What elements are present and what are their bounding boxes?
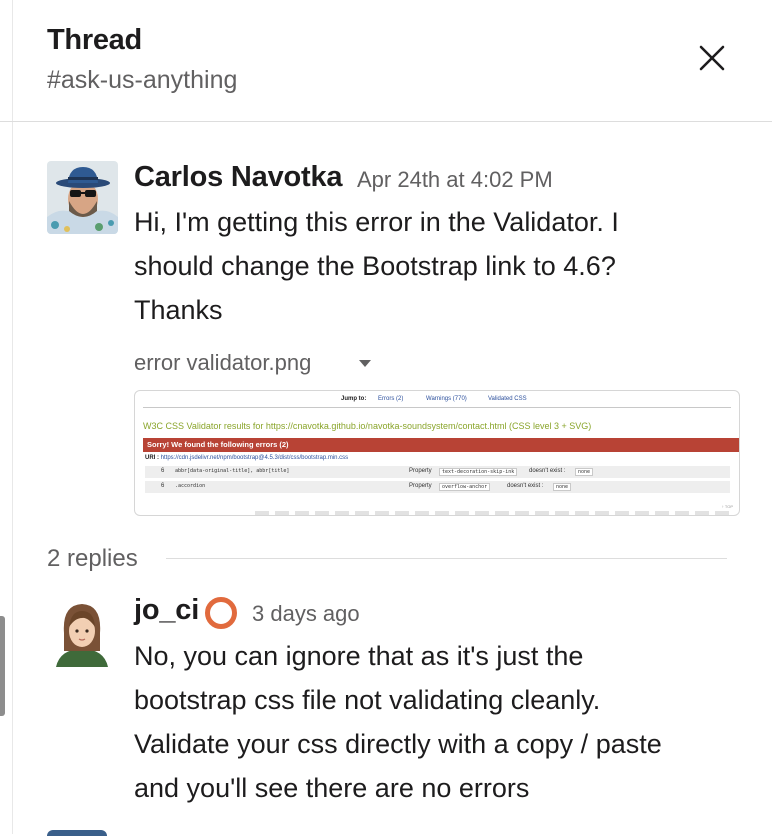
preview-cutoff-text bbox=[255, 511, 735, 515]
attachment-filename[interactable]: error validator.png bbox=[134, 350, 311, 376]
scrollbar-handle[interactable] bbox=[0, 616, 5, 716]
attachment-image-preview[interactable]: Jump to: Errors (2) Warnings (770) Valid… bbox=[134, 390, 740, 516]
avatar-joci-image bbox=[52, 599, 112, 667]
preview-error-bar: Sorry! We found the following errors (2) bbox=[143, 438, 739, 452]
preview-top-link: ↑ TOP bbox=[721, 504, 733, 509]
preview-row-msg: doesn't exist : bbox=[507, 483, 544, 489]
preview-heading: W3C CSS Validator results for https://cn… bbox=[143, 421, 592, 431]
message-line: Validate your css directly with a copy /… bbox=[134, 729, 662, 759]
preview-row-selector: .accordion bbox=[175, 483, 206, 489]
message-line: and you'll see there are no errors bbox=[134, 773, 530, 803]
preview-nav-errors: Errors (2) bbox=[378, 396, 404, 402]
avatar-carlos-image bbox=[47, 161, 118, 234]
message-author[interactable]: Carlos Navotka bbox=[134, 161, 343, 194]
replies-count: 2 replies bbox=[47, 545, 138, 572]
close-button[interactable] bbox=[692, 38, 732, 78]
close-icon bbox=[699, 45, 725, 71]
preview-row-value: none bbox=[553, 483, 572, 491]
preview-nav-warnings: Warnings (770) bbox=[426, 396, 467, 402]
preview-error-row: 6 abbr[data-original-title], abbr[title]… bbox=[145, 466, 730, 478]
next-avatar-peek bbox=[47, 830, 107, 836]
preview-uri-link: https://cdn.jsdelivr.net/npm/bootstrap@4… bbox=[160, 455, 349, 461]
preview-nav-validated: Validated CSS bbox=[488, 396, 527, 402]
message-author[interactable]: jo_ci bbox=[134, 594, 199, 627]
preview-row-msg: doesn't exist : bbox=[529, 468, 566, 474]
message-line: bootstrap css file not validating cleanl… bbox=[134, 685, 601, 715]
message-body: Hi, I'm getting this error in the Valida… bbox=[134, 200, 744, 332]
thread-title: Thread bbox=[47, 24, 142, 56]
caret-down-icon[interactable] bbox=[359, 360, 371, 367]
preview-row-prop-label: Property bbox=[409, 483, 432, 489]
preview-row-selector: abbr[data-original-title], abbr[title] bbox=[175, 468, 290, 474]
channel-link[interactable]: #ask-us-anything bbox=[47, 66, 237, 95]
preview-row-property: overflow-anchor bbox=[439, 483, 491, 491]
message-timestamp[interactable]: Apr 24th at 4:02 PM bbox=[357, 167, 553, 193]
thread-header: Thread #ask-us-anything bbox=[0, 0, 772, 122]
preview-uri-label: URI : bbox=[145, 455, 159, 461]
preview-error-row: 6 .accordion Property overflow-anchor do… bbox=[145, 481, 730, 493]
message-line: Thanks bbox=[134, 295, 223, 325]
preview-error-text: Sorry! We found the following errors (2) bbox=[147, 440, 289, 449]
message-line: Hi, I'm getting this error in the Valida… bbox=[134, 207, 619, 237]
preview-nav-label: Jump to: bbox=[341, 396, 367, 402]
avatar[interactable] bbox=[52, 599, 112, 667]
preview-row-value: none bbox=[575, 468, 594, 476]
preview-row-property: text-decoration-skip-ink bbox=[439, 468, 518, 476]
message-line: No, you can ignore that as it's just the bbox=[134, 641, 584, 671]
avatar[interactable] bbox=[47, 161, 118, 234]
left-divider bbox=[12, 0, 13, 834]
status-ring-icon bbox=[205, 597, 237, 629]
preview-row-prop-label: Property bbox=[409, 468, 432, 474]
message-timestamp[interactable]: 3 days ago bbox=[252, 601, 360, 627]
preview-row-line: 6 bbox=[161, 468, 165, 474]
replies-divider bbox=[166, 558, 727, 559]
preview-divider bbox=[143, 407, 731, 408]
preview-row-line: 6 bbox=[161, 483, 165, 489]
message-line: should change the Bootstrap link to 4.6? bbox=[134, 251, 616, 281]
message-body: No, you can ignore that as it's just the… bbox=[134, 634, 744, 810]
preview-uri: URI : https://cdn.jsdelivr.net/npm/boots… bbox=[145, 455, 348, 461]
